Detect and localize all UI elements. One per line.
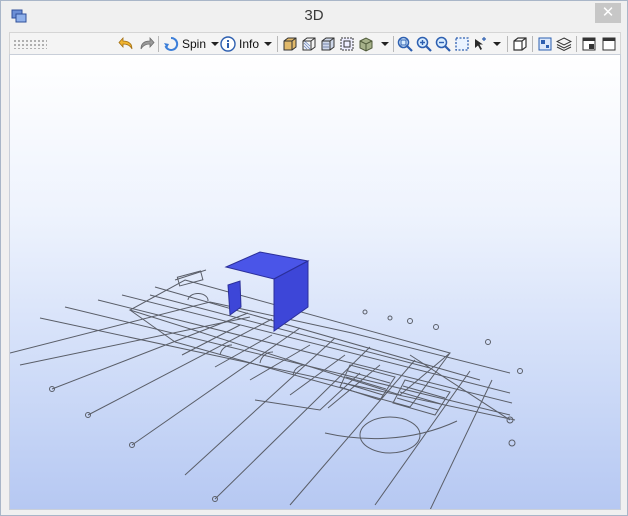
model-view[interactable] [10,55,620,509]
3d-viewport[interactable] [9,54,621,510]
restore-window-icon[interactable] [582,35,596,53]
chevron-down-icon [211,42,220,46]
redo-icon[interactable] [137,35,155,53]
toolbar-separator [277,36,278,52]
info-label: Info [239,37,260,51]
zoom-extents-icon[interactable] [397,35,413,53]
chevron-down-icon [264,42,273,46]
window-title: 3D [304,7,324,24]
spin-icon [164,36,179,51]
chevron-down-icon [381,42,389,46]
close-button[interactable]: ✕ [595,3,621,23]
toolbar-separator [393,36,394,52]
viewer-toolbar: Spin Info [9,32,621,55]
shaded-view-icon[interactable] [282,35,298,53]
toolbar-separator [158,36,159,52]
info-dropdown[interactable]: Info [220,35,273,53]
maximize-window-icon[interactable] [602,35,616,53]
info-icon [220,36,236,52]
toolbar-grip[interactable] [13,39,47,49]
layers-icon[interactable] [537,35,553,53]
chevron-down-icon [493,42,501,46]
zoom-window-icon[interactable] [454,35,470,53]
pan-tool-dropdown[interactable] [472,35,501,53]
stack-icon[interactable] [556,35,572,53]
view-cube-icon[interactable] [512,35,528,53]
zoom-in-icon[interactable] [416,35,432,53]
title-bar: 3D ✕ [1,1,627,31]
toolbar-separator [507,36,508,52]
viewer-window: 3D ✕ Spin Info [0,0,628,516]
outline-view-icon[interactable] [339,35,355,53]
spin-dropdown[interactable]: Spin [163,35,220,53]
spin-label: Spin [182,37,207,51]
toolbar-separator [532,36,533,52]
view-style-dropdown[interactable] [376,35,389,53]
toolbar-separator [576,36,577,52]
zoom-out-icon[interactable] [435,35,451,53]
hidden-line-view-icon[interactable] [320,35,336,53]
undo-icon[interactable] [118,35,136,53]
render-view-icon[interactable] [358,35,374,53]
pan-tool-icon [475,37,486,50]
wireframe-view-icon[interactable] [301,35,317,53]
floor-plan-linework [10,269,523,509]
